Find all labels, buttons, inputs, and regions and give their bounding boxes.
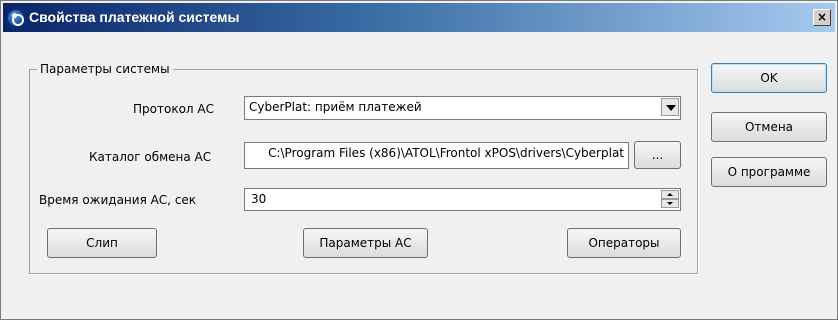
catalog-label: Каталог обмена АС [89, 150, 212, 164]
spin-up-icon[interactable] [661, 190, 679, 199]
window-title: Свойства платежной системы [29, 9, 240, 25]
catalog-path-value: C:\Program Files (x86)\ATOL\Frontol xPOS… [268, 146, 624, 160]
timeout-value: 30 [251, 192, 267, 206]
spin-down-icon[interactable] [661, 199, 679, 208]
title-bar[interactable]: Свойства платежной системы × [3, 3, 835, 32]
operators-button[interactable]: Операторы [567, 228, 681, 258]
timeout-label: Время ожидания АС, сек [39, 193, 197, 207]
close-button[interactable]: × [813, 9, 831, 26]
protocol-select[interactable]: CyberPlat: приём платежей [244, 96, 681, 120]
app-gear-icon [7, 9, 25, 27]
operators-label: Операторы [588, 236, 660, 250]
group-legend: Параметры системы [37, 62, 173, 76]
as-params-button[interactable]: Параметры АС [303, 228, 428, 258]
cancel-label: Отмена [744, 120, 794, 134]
slip-label: Слип [86, 236, 118, 250]
spin-buttons [661, 190, 679, 209]
ok-button[interactable]: OK [711, 63, 827, 93]
properties-dialog: Свойства платежной системы × Параметры с… [0, 0, 838, 320]
protocol-label: Протокол АС [133, 102, 214, 116]
browse-label: ... [651, 148, 664, 162]
timeout-spinbox[interactable]: 30 [244, 188, 681, 211]
chevron-down-icon[interactable] [661, 98, 679, 116]
cancel-button[interactable]: Отмена [711, 112, 827, 142]
as-params-label: Параметры АС [319, 236, 412, 250]
about-label: О программе [727, 165, 811, 179]
protocol-value: CyberPlat: приём платежей [249, 100, 422, 114]
ok-label: OK [760, 71, 778, 85]
catalog-path-field[interactable]: C:\Program Files (x86)\ATOL\Frontol xPOS… [244, 142, 629, 169]
browse-button[interactable]: ... [634, 141, 681, 169]
about-button[interactable]: О программе [711, 157, 827, 187]
slip-button[interactable]: Слип [47, 228, 157, 258]
